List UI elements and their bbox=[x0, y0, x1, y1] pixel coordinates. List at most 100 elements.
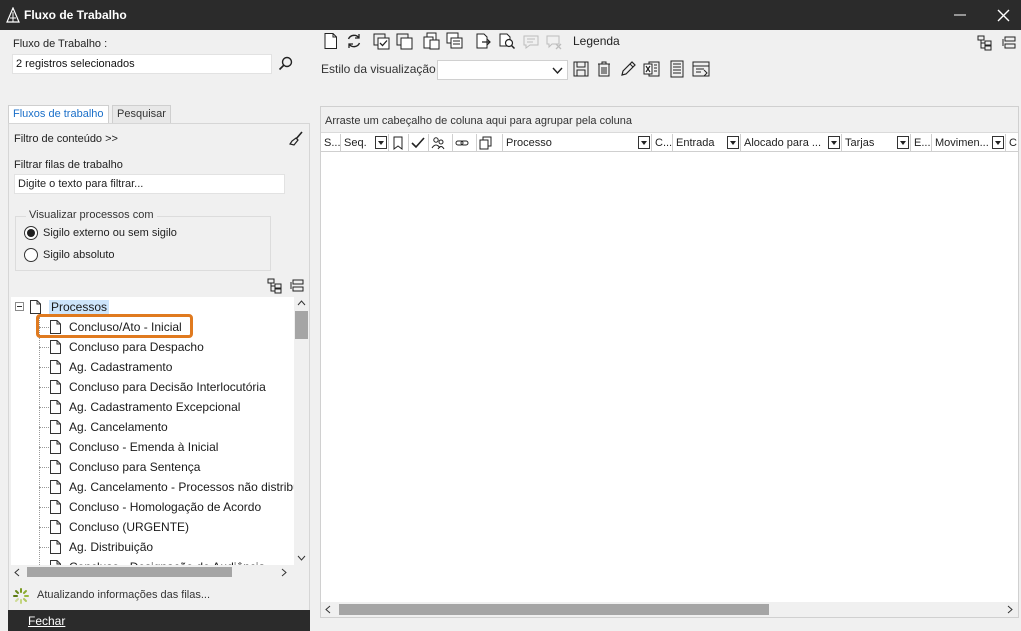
save-icon[interactable] bbox=[572, 60, 590, 78]
tree-item-label: Concluso - Homologação de Acordo bbox=[69, 500, 262, 514]
column-header-entrada[interactable]: Entrada bbox=[673, 134, 741, 152]
excel-export-icon[interactable] bbox=[643, 60, 661, 78]
document-icon bbox=[50, 360, 61, 374]
column-header-check[interactable] bbox=[409, 134, 429, 152]
scroll-up-icon[interactable] bbox=[297, 300, 306, 306]
copy-icon[interactable] bbox=[396, 33, 414, 51]
group-by-area[interactable]: Arraste um cabeçalho de coluna aqui para… bbox=[321, 107, 1018, 133]
tree-item[interactable]: Concluso para Despacho bbox=[11, 337, 294, 357]
minimize-button[interactable] bbox=[944, 0, 976, 30]
forward-document-icon[interactable] bbox=[474, 32, 492, 50]
new-document-icon[interactable] bbox=[322, 32, 340, 50]
tree-item-label: Concluso (URGENTE) bbox=[69, 520, 190, 534]
brush-icon[interactable] bbox=[288, 131, 304, 147]
filtrar-input[interactable]: Digite o texto para filtrar... bbox=[14, 174, 285, 194]
column-header-c2[interactable]: C bbox=[1006, 134, 1018, 152]
tree-item[interactable]: Concluso - Homologação de Acordo bbox=[11, 497, 294, 517]
refresh-icon[interactable] bbox=[345, 32, 363, 50]
checkmark-icon bbox=[411, 137, 425, 149]
filtro-conteudo-toggle[interactable]: Filtro de conteúdo >> bbox=[14, 133, 118, 145]
document-icon bbox=[50, 520, 61, 534]
column-header-movimen[interactable]: Movimen... bbox=[932, 134, 1006, 152]
column-header-attach[interactable] bbox=[477, 134, 503, 152]
collapse-icon[interactable] bbox=[15, 302, 24, 311]
fechar-button[interactable]: Fechar bbox=[28, 614, 65, 628]
tree-item[interactable]: Ag. Distribuição bbox=[11, 537, 294, 557]
column-header-s[interactable]: S... bbox=[321, 134, 341, 152]
tab-fluxos[interactable]: Fluxos de trabalho bbox=[8, 105, 109, 123]
tree-item-label: Concluso para Sentença bbox=[69, 460, 201, 474]
expand-tree-icon[interactable] bbox=[267, 278, 283, 294]
column-header-seq[interactable]: Seq. bbox=[341, 134, 389, 152]
search-icon[interactable] bbox=[276, 55, 296, 73]
collapse-tree-icon[interactable] bbox=[290, 279, 305, 293]
close-button[interactable] bbox=[985, 0, 1021, 30]
tree-item[interactable]: Concluso para Sentença bbox=[11, 457, 294, 477]
tree-item-label: Concluso - Emenda à Inicial bbox=[69, 440, 219, 454]
tree-horizontal-scrollbar[interactable] bbox=[11, 565, 294, 579]
report-icon[interactable] bbox=[668, 60, 686, 78]
legenda-button[interactable]: Legenda bbox=[573, 34, 620, 48]
scroll-thumb[interactable] bbox=[295, 311, 308, 339]
collapse-tree-icon[interactable] bbox=[1002, 36, 1017, 50]
document-icon bbox=[50, 440, 61, 454]
scroll-thumb[interactable] bbox=[339, 604, 769, 615]
filter-dropdown-icon[interactable] bbox=[992, 136, 1004, 149]
filter-dropdown-icon[interactable] bbox=[375, 136, 387, 149]
scroll-left-icon[interactable] bbox=[14, 568, 20, 577]
column-header-link[interactable] bbox=[453, 134, 477, 152]
scroll-down-icon[interactable] bbox=[297, 555, 306, 561]
tree-vertical-scrollbar[interactable] bbox=[294, 297, 309, 565]
title-bar: Fluxo de Trabalho bbox=[0, 0, 1021, 30]
column-header-processo[interactable]: Processo bbox=[503, 134, 652, 152]
tree-item[interactable]: Concluso (URGENTE) bbox=[11, 517, 294, 537]
tree-item[interactable]: Ag. Cadastramento Excepcional bbox=[11, 397, 294, 417]
status-text: Atualizando informações das filas... bbox=[37, 589, 211, 601]
document-icon bbox=[50, 480, 61, 494]
tree-item[interactable]: Concluso - Designação de Audiência bbox=[11, 557, 294, 565]
users-icon bbox=[431, 137, 445, 150]
tree-item-label: Concluso para Decisão Interlocutória bbox=[69, 380, 266, 394]
tab-pesquisar[interactable]: Pesquisar bbox=[112, 105, 171, 123]
visualizar-title: Visualizar processos com bbox=[26, 209, 157, 221]
radio-sigilo-externo[interactable] bbox=[24, 226, 38, 240]
grid-horizontal-scrollbar[interactable] bbox=[321, 602, 1018, 617]
column-header-c[interactable]: C... bbox=[652, 134, 673, 152]
column-header-alocado[interactable]: Alocado para ... bbox=[741, 134, 842, 152]
column-header-e[interactable]: E... bbox=[911, 134, 932, 152]
filtrar-label: Filtrar filas de trabalho bbox=[14, 159, 123, 171]
scroll-right-icon[interactable] bbox=[281, 568, 287, 577]
expand-tree-icon[interactable] bbox=[977, 35, 993, 51]
documents-icon bbox=[479, 136, 492, 150]
column-header-users[interactable] bbox=[429, 134, 453, 152]
select-all-icon[interactable] bbox=[373, 33, 391, 51]
tree-item[interactable]: Concluso para Decisão Interlocutória bbox=[11, 377, 294, 397]
pencil-icon[interactable] bbox=[619, 60, 637, 78]
radio-sigilo-absoluto[interactable] bbox=[24, 248, 38, 262]
estilo-select[interactable] bbox=[437, 60, 568, 80]
fluxo-input[interactable]: 2 registros selecionados bbox=[12, 54, 272, 74]
scroll-left-icon[interactable] bbox=[325, 605, 331, 614]
document-icon bbox=[50, 420, 61, 434]
tree-item[interactable]: Ag. Cadastramento bbox=[11, 357, 294, 377]
filter-dropdown-icon[interactable] bbox=[638, 136, 650, 149]
document-icon bbox=[50, 460, 61, 474]
tree-item[interactable]: Ag. Cancelamento - Processos não distrib… bbox=[11, 477, 294, 497]
trash-icon[interactable] bbox=[595, 60, 613, 78]
scroll-right-icon[interactable] bbox=[1007, 605, 1013, 614]
filter-dropdown-icon[interactable] bbox=[727, 136, 739, 149]
stack-document-icon[interactable] bbox=[446, 32, 464, 50]
group-hint: Arraste um cabeçalho de coluna aqui para… bbox=[325, 115, 632, 127]
multi-document-icon[interactable] bbox=[423, 32, 441, 50]
tree-item[interactable]: Ag. Cancelamento bbox=[11, 417, 294, 437]
column-header-bookmark[interactable] bbox=[389, 134, 409, 152]
export-view-icon[interactable] bbox=[692, 60, 710, 78]
filter-dropdown-icon[interactable] bbox=[828, 136, 840, 149]
radio-sigilo-externo-label: Sigilo externo ou sem sigilo bbox=[43, 227, 177, 239]
chevron-down-icon bbox=[552, 67, 563, 75]
scroll-thumb[interactable] bbox=[27, 567, 232, 577]
search-document-icon[interactable] bbox=[498, 32, 516, 50]
column-header-tarjas[interactable]: Tarjas bbox=[842, 134, 911, 152]
filter-dropdown-icon[interactable] bbox=[897, 136, 909, 149]
tree-item[interactable]: Concluso - Emenda à Inicial bbox=[11, 437, 294, 457]
